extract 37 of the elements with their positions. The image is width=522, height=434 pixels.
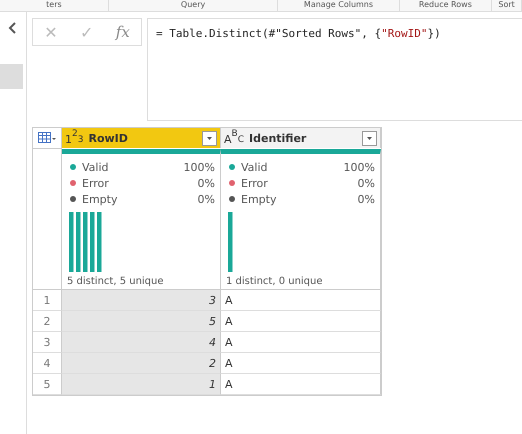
table-cell: 2: [62, 353, 221, 374]
ribbon-group-label[interactable]: Reduce Rows: [400, 0, 492, 11]
stat-label: Valid: [241, 160, 269, 174]
dropdown-icon[interactable]: [362, 130, 377, 146]
table-cell: 5: [62, 311, 221, 332]
table-cell: 3: [62, 290, 221, 311]
stat-value: 0%: [358, 192, 375, 206]
stat-value: 0%: [358, 176, 375, 190]
table-cell: A: [221, 353, 381, 374]
profile-summary: 1 distinct, 0 unique: [226, 276, 324, 287]
ribbon-group-label[interactable]: Query: [108, 0, 278, 11]
table-cell: A: [221, 290, 381, 311]
table-icon[interactable]: [38, 132, 56, 144]
table-cell: A: [221, 374, 381, 395]
stat-label: Valid: [82, 160, 110, 174]
fx-label: fx: [116, 23, 130, 41]
collapse-icon[interactable]: [8, 22, 18, 34]
profile-summary: 5 distinct, 5 unique: [67, 276, 165, 287]
table-cell: A: [221, 311, 381, 332]
stat-label: Error: [82, 176, 110, 190]
table-cell: 1: [62, 374, 221, 395]
ribbon-group-label[interactable]: Manage Columns: [278, 0, 400, 11]
stat-label: Empty: [82, 192, 118, 206]
stat-label: Error: [241, 176, 269, 190]
stat-value: 0%: [198, 192, 215, 206]
stat-label: Empty: [241, 192, 278, 206]
formula-field[interactable]: = Table.Distinct(#"Sorted Rows", {"RowID"}): [147, 18, 522, 121]
stat-value: 100%: [344, 160, 375, 174]
table-cell: 4: [62, 332, 221, 353]
ribbon-group-label[interactable]: Sort: [492, 0, 522, 11]
stat-value: 100%: [184, 160, 215, 174]
ribbon-group-label[interactable]: ters: [0, 0, 109, 11]
distribution-chart-icon: [228, 212, 233, 272]
table-cell: A: [221, 332, 381, 353]
dropdown-icon[interactable]: [202, 130, 217, 146]
stat-value: 0%: [198, 176, 215, 190]
distribution-chart-icon: [69, 212, 102, 272]
